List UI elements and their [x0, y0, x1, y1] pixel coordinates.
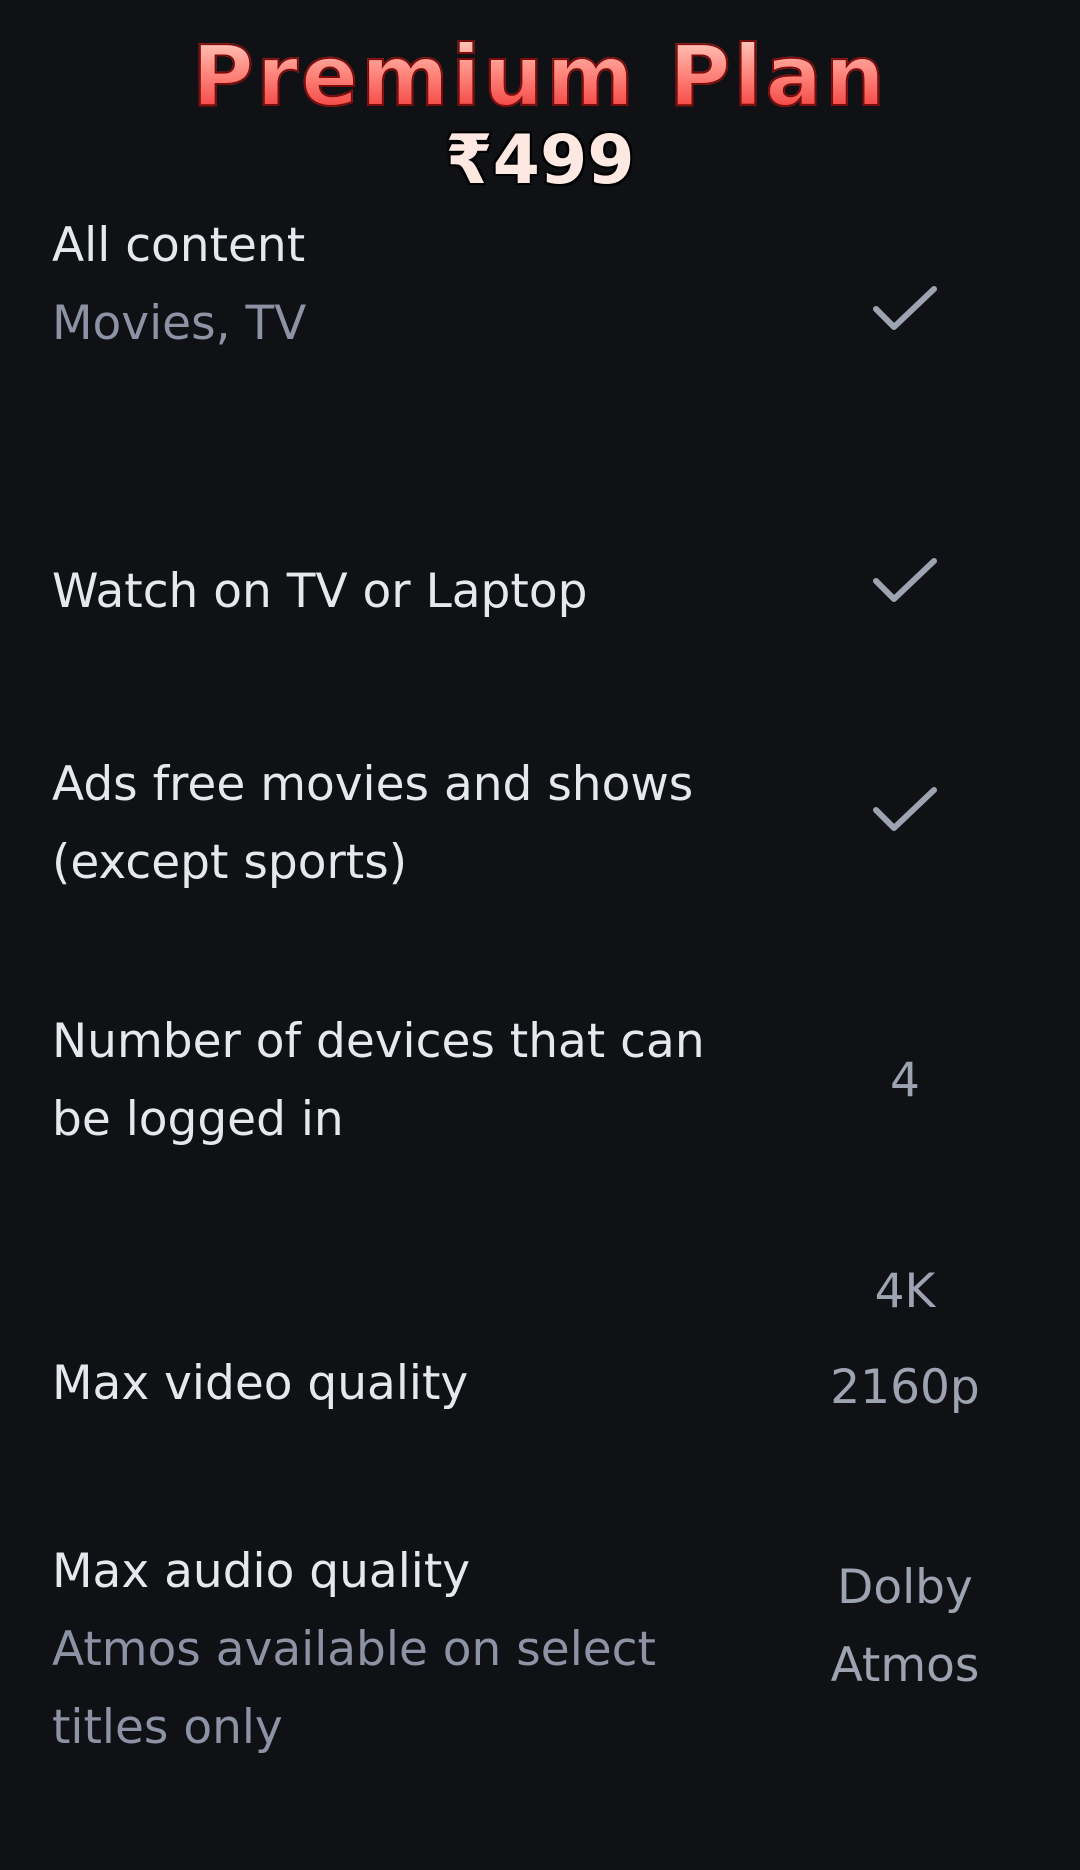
- check-icon: [872, 786, 938, 834]
- feature-value-line1: 4K: [874, 1264, 936, 1319]
- feature-value-line2: 2160p: [830, 1360, 980, 1415]
- plan-header: Premium Plan ₹499: [0, 29, 1080, 200]
- check-icon: [872, 557, 938, 605]
- feature-title: All content: [52, 218, 306, 273]
- feature-label: All content Movies, TV: [52, 207, 752, 363]
- feature-value-line2: Atmos: [830, 1638, 980, 1693]
- feature-title: Watch on TV or Laptop: [52, 564, 588, 619]
- feature-label: Max audio quality Atmos available on sel…: [52, 1533, 752, 1767]
- feature-title: Max video quality: [52, 1356, 469, 1411]
- feature-value: Dolby Atmos: [790, 1549, 1020, 1705]
- feature-title-line2: be logged in: [52, 1092, 344, 1147]
- feature-label: Max video quality: [52, 1345, 752, 1423]
- feature-label: Ads free movies and shows (except sports…: [52, 746, 752, 902]
- feature-title-line2: (except sports): [52, 835, 408, 890]
- feature-label: Number of devices that can be logged in: [52, 1003, 752, 1159]
- plan-price: ₹499: [445, 121, 635, 200]
- feature-title: Max audio quality: [52, 1544, 471, 1599]
- feature-subtitle-line1: Atmos available on select: [52, 1622, 656, 1677]
- feature-value: 4: [890, 1053, 920, 1108]
- check-icon: [872, 285, 938, 333]
- feature-subtitle: Movies, TV: [52, 296, 307, 351]
- feature-title-line1: Number of devices that can: [52, 1014, 705, 1069]
- feature-title-line1: Ads free movies and shows: [52, 757, 694, 812]
- plan-title: Premium Plan: [0, 29, 1080, 123]
- feature-subtitle-line2: titles only: [52, 1700, 283, 1755]
- feature-value: 4K 2160p: [790, 1244, 1020, 1436]
- feature-value-line1: Dolby: [837, 1560, 973, 1615]
- feature-label: Watch on TV or Laptop: [52, 553, 752, 631]
